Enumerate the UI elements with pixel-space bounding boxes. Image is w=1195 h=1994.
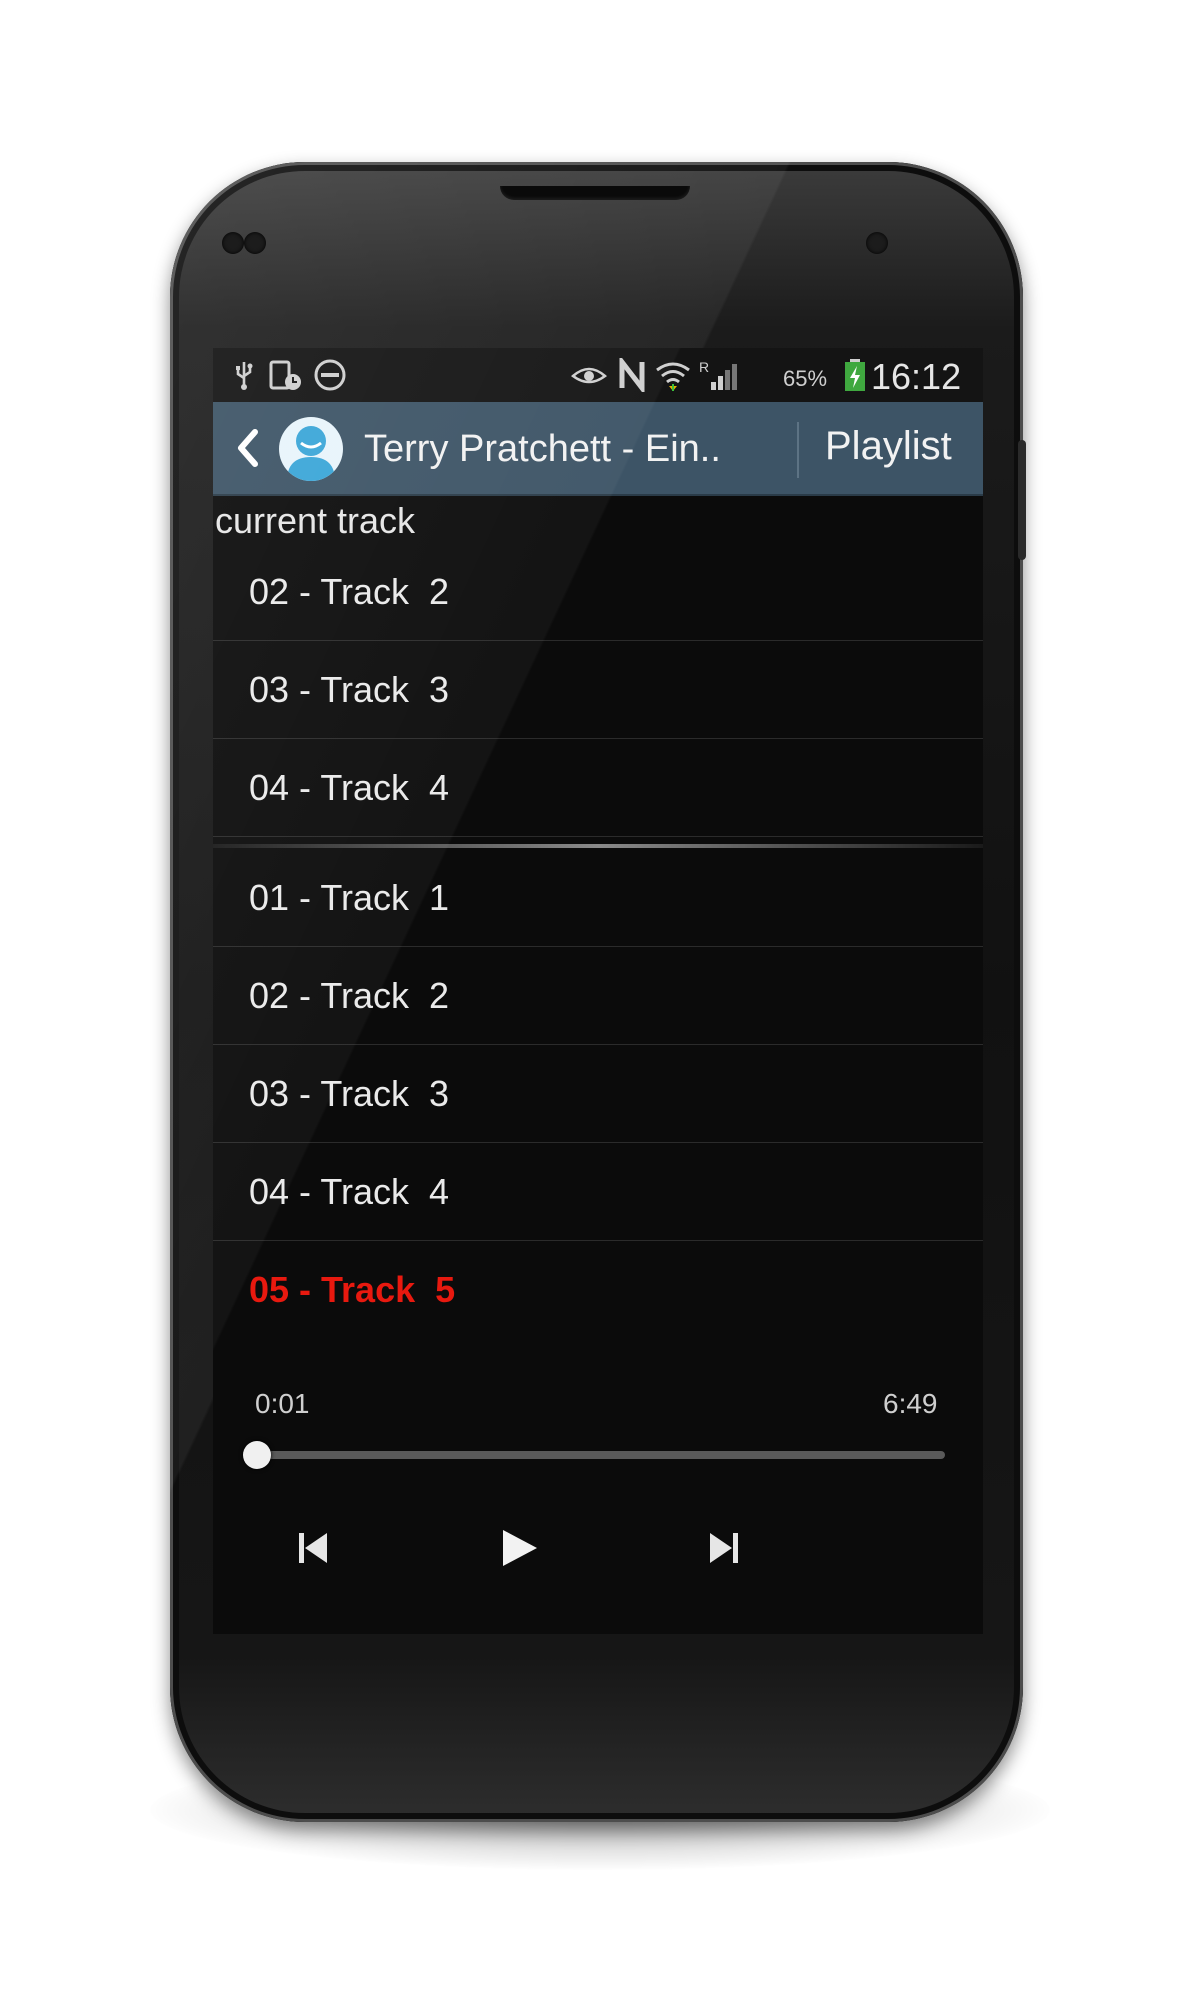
power-button xyxy=(1018,440,1026,560)
eye-icon xyxy=(571,367,607,384)
phone-status-icon xyxy=(269,360,301,390)
current-time: 0:01 xyxy=(255,1388,310,1419)
back-arrow-icon[interactable] xyxy=(231,426,265,470)
do-not-disturb-icon xyxy=(314,359,346,391)
track-label: 03 - Track 3 xyxy=(249,669,450,710)
track-label: 04 - Track 4 xyxy=(249,767,450,808)
usb-icon xyxy=(236,362,253,390)
list-item[interactable]: 04 - Track 4 xyxy=(213,1143,983,1241)
track-label: 02 - Track 2 xyxy=(249,571,450,612)
list-item[interactable]: 02 - Track 2 xyxy=(213,543,983,641)
app-screen: R 65% 16:12 Terry Pratchett - Ein.. Play… xyxy=(213,348,983,1634)
earpiece-speaker xyxy=(500,186,690,200)
list-divider xyxy=(213,844,983,848)
signal-icon: R xyxy=(699,359,737,390)
section-label: current track xyxy=(215,500,416,541)
playlist-button[interactable]: Playlist xyxy=(825,424,952,469)
page-title[interactable]: Terry Pratchett - Ein.. xyxy=(364,428,721,471)
skip-next-icon[interactable] xyxy=(694,1518,754,1578)
list-item[interactable]: 03 - Track 3 xyxy=(213,1045,983,1143)
app-avatar-icon[interactable] xyxy=(279,417,343,481)
action-bar: Terry Pratchett - Ein.. Playlist xyxy=(213,402,983,496)
list-item[interactable]: 03 - Track 3 xyxy=(213,641,983,739)
list-item-active[interactable]: 05 - Track 5 xyxy=(213,1241,983,1338)
track-label: 04 - Track 4 xyxy=(249,1171,450,1212)
battery-percent: 65% xyxy=(783,366,828,391)
wifi-icon xyxy=(656,362,690,391)
nfc-icon xyxy=(619,358,645,392)
seek-bar[interactable] xyxy=(255,1451,945,1459)
play-icon[interactable] xyxy=(489,1518,549,1578)
track-label: 01 - Track 1 xyxy=(249,877,450,918)
list-item[interactable]: 01 - Track 1 xyxy=(213,849,983,947)
track-label: 05 - Track 5 xyxy=(249,1269,456,1310)
skip-previous-icon[interactable] xyxy=(283,1518,343,1578)
sensor-dot xyxy=(222,232,244,254)
clock: 16:12 xyxy=(871,356,962,397)
track-label: 02 - Track 2 xyxy=(249,975,450,1016)
total-time: 6:49 xyxy=(883,1388,938,1419)
seek-thumb[interactable] xyxy=(242,1441,271,1469)
status-bar: R 65% 16:12 xyxy=(213,348,983,402)
track-label: 03 - Track 3 xyxy=(249,1073,450,1114)
battery-charging-icon xyxy=(845,359,865,391)
list-item[interactable]: 02 - Track 2 xyxy=(213,947,983,1045)
svg-text:R: R xyxy=(699,359,709,375)
sensor-dot xyxy=(244,232,266,254)
action-divider xyxy=(797,422,799,478)
list-item[interactable]: 04 - Track 4 xyxy=(213,739,983,837)
front-camera xyxy=(866,232,888,254)
